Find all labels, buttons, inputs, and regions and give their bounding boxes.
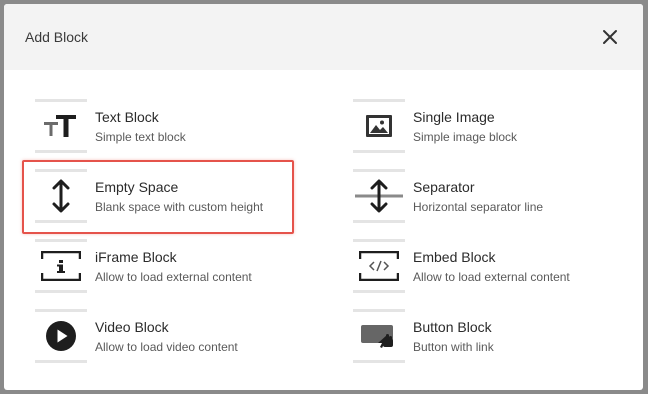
block-thumbnail: [35, 169, 87, 223]
block-description: Allow to load external content: [413, 269, 570, 284]
block-thumbnail: [353, 309, 405, 363]
modal-title: Add Block: [25, 29, 89, 45]
block-item-text[interactable]: Text Block Simple text block: [35, 99, 305, 153]
block-description: Simple image block: [413, 129, 518, 144]
block-title: Video Block: [95, 318, 169, 335]
block-item-video[interactable]: Video Block Allow to load video content: [35, 309, 305, 363]
close-icon: [603, 30, 617, 44]
block-thumbnail: [35, 239, 87, 293]
block-title: Text Block: [95, 108, 159, 125]
iframe-icon: [41, 251, 81, 281]
block-title: Embed Block: [413, 248, 496, 265]
block-thumbnail: [353, 239, 405, 293]
block-item-empty-space[interactable]: Empty Space Blank space with custom heig…: [35, 169, 305, 223]
block-thumbnail: [353, 169, 405, 223]
block-item-single-image[interactable]: Single Image Simple image block: [353, 99, 623, 153]
embed-code-icon: [359, 251, 399, 281]
block-title: Button Block: [413, 318, 492, 335]
block-title: Empty Space: [95, 178, 179, 195]
separator-icon: [355, 179, 403, 213]
block-description: Horizontal separator line: [413, 199, 544, 214]
text-icon: [44, 115, 76, 137]
block-thumbnail: [35, 99, 87, 153]
play-icon: [46, 321, 76, 351]
block-description: Simple text block: [95, 129, 186, 144]
close-button[interactable]: [597, 24, 623, 50]
block-title: Separator: [413, 178, 475, 195]
block-description: Blank space with custom height: [95, 199, 264, 214]
block-title: Single Image: [413, 108, 495, 125]
block-title: iFrame Block: [95, 248, 177, 265]
block-description: Allow to load external content: [95, 269, 252, 284]
image-icon: [366, 115, 392, 137]
vertical-arrows-icon: [52, 179, 70, 213]
block-description: Button with link: [413, 339, 494, 354]
block-item-embed[interactable]: Embed Block Allow to load external conte…: [353, 239, 623, 293]
block-description: Allow to load video content: [95, 339, 238, 354]
block-item-separator[interactable]: Separator Horizontal separator line: [353, 169, 623, 223]
modal-header: Add Block: [4, 4, 643, 70]
block-thumbnail: [353, 99, 405, 153]
block-item-iframe[interactable]: iFrame Block Allow to load external cont…: [35, 239, 305, 293]
block-thumbnail: [35, 309, 87, 363]
block-item-button[interactable]: Button Block Button with link: [353, 309, 623, 363]
button-pointer-icon: [361, 325, 393, 348]
add-block-modal: Add Block Text Block Simple text block S…: [4, 4, 643, 390]
